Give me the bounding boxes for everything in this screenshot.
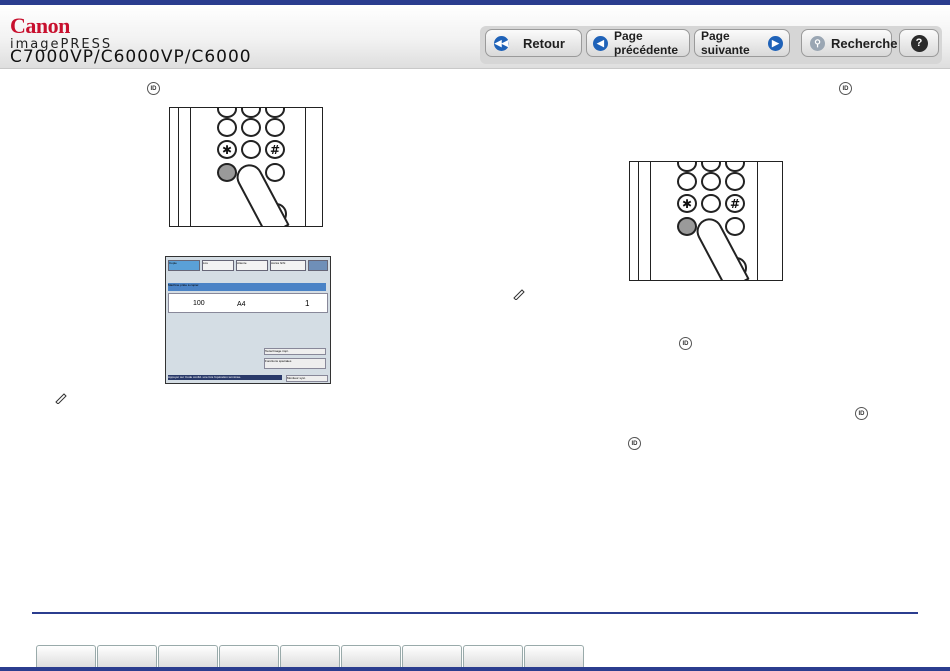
brand-logo: Canon [10, 13, 70, 38]
search-button[interactable]: ⚲ Recherche [801, 29, 897, 57]
model-name: C7000VP/C6000VP/C6000 [10, 47, 252, 67]
footer-tab[interactable] [341, 645, 401, 668]
panel-mode-select: Texte/Image impr. [264, 348, 326, 355]
hash-key: # [725, 194, 745, 213]
footer-divider [32, 612, 918, 614]
panel-tab-copy: Copie [168, 260, 200, 271]
arrow-right-icon: ▶ [768, 35, 783, 51]
footer-tab[interactable] [219, 645, 279, 668]
search-icon: ⚲ [810, 35, 825, 51]
bottom-accent-band [0, 667, 950, 671]
keypad-illustration: ✱ # [629, 161, 783, 281]
id-key-icon: ID [628, 437, 641, 450]
keypad-key [265, 163, 285, 182]
keypad-key [677, 172, 697, 191]
footer-tab[interactable] [402, 645, 462, 668]
panel-tab-arrow [308, 260, 328, 271]
panel-paper: A4 [237, 301, 246, 308]
panel-message-bar: Appuyer sur Code confid. une fois l'opér… [168, 375, 282, 380]
help-icon: ? [910, 34, 928, 52]
next-page-label: Page suivante [701, 29, 750, 57]
keypad-key [701, 194, 721, 213]
touch-panel-screenshot: Copie Lire Attente Accès fichi Machine p… [165, 256, 331, 384]
footer-tab[interactable] [158, 645, 218, 668]
id-key [677, 217, 697, 236]
panel-tab-file: Accès fichi [270, 260, 306, 271]
keypad-key [701, 172, 721, 191]
panel-status-bar: Machine prête à copier. [168, 283, 326, 291]
keypad-key [217, 108, 237, 118]
search-label: Recherche [831, 35, 898, 51]
id-key-icon: ID [147, 82, 160, 95]
keypad-key [241, 118, 261, 137]
previous-page-button[interactable]: ◀ Page précédente [586, 29, 690, 57]
hash-key: # [265, 140, 285, 159]
panel-special-button: Fonctions spéciales [264, 358, 326, 369]
keypad-illustration: ✱ # [169, 107, 323, 227]
panel-count: 1 [305, 299, 310, 308]
arrow-left-icon: ◀ [593, 35, 608, 51]
keypad-key [265, 108, 285, 118]
keypad-key [725, 162, 745, 172]
footer-tab[interactable] [524, 645, 584, 668]
id-key-icon: ID [839, 82, 852, 95]
panel-ratio: 100 [193, 300, 205, 307]
note-pencil-icon [513, 289, 525, 300]
id-key-icon: ID [679, 337, 692, 350]
footer-tab[interactable] [36, 645, 96, 668]
back-button[interactable]: ◀◀ Retour [485, 29, 582, 57]
keypad-key [217, 118, 237, 137]
keypad-key [241, 108, 261, 118]
keypad-key [677, 162, 697, 172]
previous-page-label: Page précédente [614, 29, 679, 57]
asterisk-key: ✱ [677, 194, 697, 213]
keypad-key [265, 118, 285, 137]
keypad-key [725, 217, 745, 236]
back-label: Retour [523, 35, 565, 51]
note-pencil-icon [55, 393, 67, 404]
id-key-icon: ID [855, 407, 868, 420]
asterisk-key: ✱ [217, 140, 237, 159]
panel-counter-area: 100 A4 1 [168, 293, 328, 313]
panel-monitor-button: Moniteur syst. [286, 375, 328, 382]
next-page-button[interactable]: Page suivante ▶ [694, 29, 790, 57]
keypad-key [241, 140, 261, 159]
panel-tab-wait: Attente [236, 260, 268, 271]
help-button[interactable]: ? [899, 29, 939, 57]
keypad-key [701, 162, 721, 172]
panel-tab-read: Lire [202, 260, 234, 271]
id-key [217, 163, 237, 182]
rewind-icon: ◀◀ [494, 35, 509, 51]
keypad-key [725, 172, 745, 191]
footer-tab[interactable] [97, 645, 157, 668]
footer-tab[interactable] [280, 645, 340, 668]
footer-tab[interactable] [463, 645, 523, 668]
